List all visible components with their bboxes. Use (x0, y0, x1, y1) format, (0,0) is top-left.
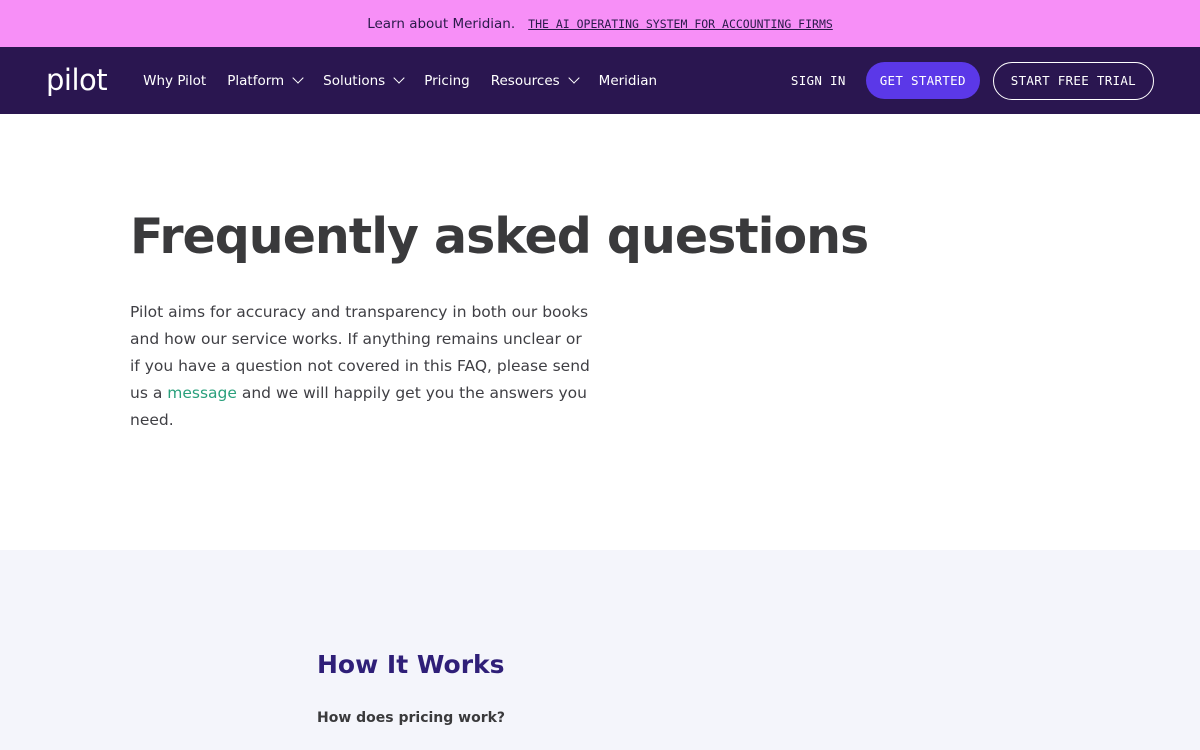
start-free-trial-button[interactable]: START FREE TRIAL (992, 61, 1154, 100)
nav-item-platform[interactable]: Platform (227, 71, 304, 89)
nav-item-label: Meridian (598, 72, 658, 89)
nav-item-label: Resources (490, 72, 560, 89)
faq-question[interactable]: How does pricing work? (317, 710, 1200, 726)
get-started-button[interactable]: GET STARTED (865, 62, 980, 99)
sign-in-link[interactable]: SIGN IN (791, 73, 846, 88)
section-title: How It Works (317, 650, 505, 679)
message-link[interactable]: message (167, 384, 237, 402)
chevron-down-icon (292, 71, 304, 84)
nav-item-label: Pricing (424, 72, 470, 89)
nav-item-label: Platform (227, 72, 285, 89)
chevron-down-icon (568, 71, 580, 84)
nav-links: Why Pilot Platform Solutions Pricing Res… (143, 71, 678, 89)
nav-item-label: Why Pilot (143, 72, 207, 89)
how-it-works-section: How It Works How does pricing work? (0, 550, 1200, 750)
main-nav: pilot Why Pilot Platform Solutions Prici… (0, 47, 1200, 114)
nav-item-label: Solutions (323, 72, 386, 89)
intro-paragraph: Pilot aims for accuracy and transparency… (130, 299, 590, 434)
announcement-text: Learn about Meridian. (367, 15, 516, 32)
faq-hero: Frequently asked questions Pilot aims fo… (0, 114, 1200, 550)
announcement-bar: Learn about Meridian. THE AI OPERATING S… (0, 0, 1200, 47)
announcement-link[interactable]: THE AI OPERATING SYSTEM FOR ACCOUNTING F… (528, 17, 833, 31)
nav-item-solutions[interactable]: Solutions (323, 71, 405, 89)
pilot-logo[interactable]: pilot (46, 63, 108, 97)
nav-item-why-pilot[interactable]: Why Pilot (143, 73, 206, 89)
chevron-down-icon (393, 71, 405, 84)
nav-item-resources[interactable]: Resources (490, 71, 580, 89)
nav-item-meridian[interactable]: Meridian (599, 73, 657, 89)
page-title: Frequently asked questions (130, 208, 869, 265)
nav-actions: SIGN IN GET STARTED START FREE TRIAL (791, 61, 1154, 100)
nav-item-pricing[interactable]: Pricing (424, 73, 470, 89)
